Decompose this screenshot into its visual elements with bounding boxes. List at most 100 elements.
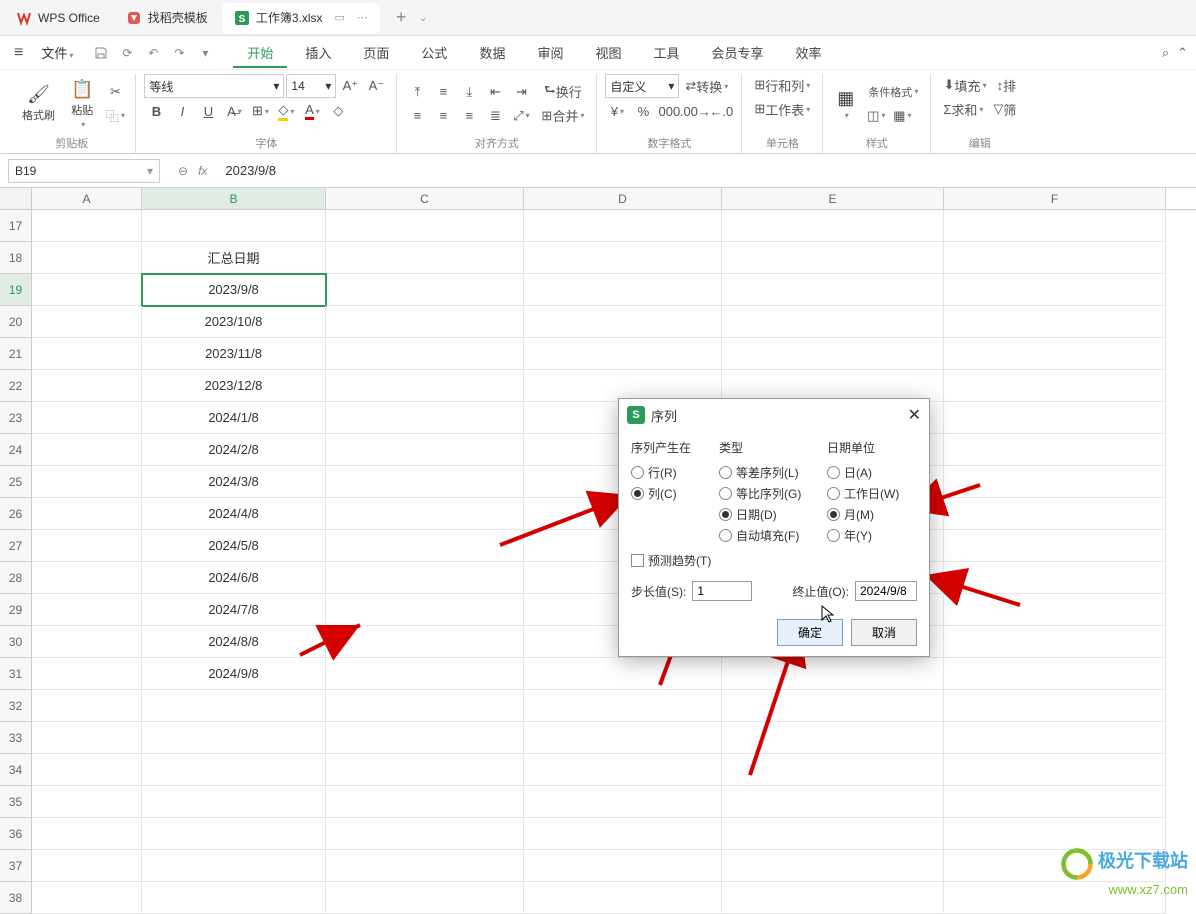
fx-icon[interactable]: fx bbox=[198, 164, 207, 178]
save-icon[interactable] bbox=[91, 43, 111, 63]
radio-month[interactable]: 月(M) bbox=[827, 504, 913, 525]
cell[interactable] bbox=[944, 370, 1166, 402]
cell[interactable] bbox=[524, 658, 722, 690]
cell[interactable] bbox=[142, 786, 326, 818]
indent-increase-icon[interactable]: ⇥ bbox=[509, 81, 533, 103]
cell[interactable] bbox=[944, 210, 1166, 242]
cell[interactable] bbox=[524, 690, 722, 722]
cell[interactable] bbox=[32, 850, 142, 882]
cell[interactable]: 2024/8/8 bbox=[142, 626, 326, 658]
cell[interactable] bbox=[32, 498, 142, 530]
table-style-button[interactable]: ▦ bbox=[831, 86, 860, 122]
font-color-icon[interactable]: A bbox=[300, 100, 324, 122]
radio-row[interactable]: 行(R) bbox=[631, 462, 711, 483]
filter-button[interactable]: ▽ 筛 bbox=[989, 98, 1020, 120]
fill-button[interactable]: ⬇ 填充 bbox=[940, 74, 991, 96]
cell[interactable] bbox=[944, 402, 1166, 434]
orientation-icon[interactable]: ⤢ bbox=[509, 105, 533, 127]
cell[interactable] bbox=[326, 658, 524, 690]
italic-icon[interactable]: I bbox=[170, 100, 194, 122]
row-header[interactable]: 28 bbox=[0, 562, 32, 594]
wrap-text-button[interactable]: ⮑ 换行 bbox=[537, 81, 588, 103]
radio-day[interactable]: 日(A) bbox=[827, 462, 913, 483]
cell[interactable] bbox=[524, 722, 722, 754]
cell[interactable] bbox=[32, 562, 142, 594]
cell[interactable] bbox=[944, 306, 1166, 338]
cell[interactable] bbox=[722, 882, 944, 914]
cell[interactable]: 2024/3/8 bbox=[142, 466, 326, 498]
tab-file[interactable]: S 工作簿3.xlsx ▭ ⋯ bbox=[222, 3, 380, 33]
paste-button[interactable]: 📋粘贴 bbox=[65, 77, 99, 131]
tab-dropdown-icon[interactable]: ⌄ bbox=[418, 11, 427, 24]
tab-insert[interactable]: 插入 bbox=[291, 37, 345, 68]
cell[interactable] bbox=[326, 754, 524, 786]
cell[interactable] bbox=[944, 530, 1166, 562]
indent-decrease-icon[interactable]: ⇤ bbox=[483, 81, 507, 103]
cell[interactable] bbox=[722, 786, 944, 818]
cell[interactable] bbox=[142, 818, 326, 850]
name-box[interactable]: B19▾ bbox=[8, 159, 160, 183]
cancel-button[interactable]: 取消 bbox=[851, 619, 917, 646]
file-menu[interactable]: 文件▾ bbox=[33, 39, 81, 66]
cut-icon[interactable]: ✂ bbox=[103, 81, 127, 103]
cell[interactable] bbox=[32, 882, 142, 914]
tab-efficiency[interactable]: 效率 bbox=[782, 37, 836, 68]
undo-icon[interactable]: ↶ bbox=[143, 43, 163, 63]
row-header[interactable]: 34 bbox=[0, 754, 32, 786]
justify-icon[interactable]: ≣ bbox=[483, 105, 507, 127]
formula-input[interactable]: 2023/9/8 bbox=[217, 163, 1196, 178]
cell[interactable] bbox=[944, 562, 1166, 594]
cell[interactable] bbox=[142, 210, 326, 242]
rowcol-button[interactable]: ⊞ 行和列 bbox=[750, 74, 814, 96]
decrease-font-icon[interactable]: A⁻ bbox=[364, 75, 388, 97]
row-header[interactable]: 22 bbox=[0, 370, 32, 402]
cell[interactable] bbox=[326, 818, 524, 850]
row-header[interactable]: 21 bbox=[0, 338, 32, 370]
cancel-formula-icon[interactable]: ⊖ bbox=[178, 164, 188, 178]
row-header[interactable]: 36 bbox=[0, 818, 32, 850]
cell[interactable]: 2024/1/8 bbox=[142, 402, 326, 434]
tab-view[interactable]: 视图 bbox=[581, 37, 635, 68]
search-icon[interactable]: ⌕ bbox=[1162, 45, 1169, 61]
cell[interactable] bbox=[326, 498, 524, 530]
cell[interactable] bbox=[142, 754, 326, 786]
tab-formula[interactable]: 公式 bbox=[407, 37, 461, 68]
tab-template[interactable]: 找稻壳模板 bbox=[114, 3, 220, 33]
cell[interactable] bbox=[944, 594, 1166, 626]
cell[interactable] bbox=[524, 850, 722, 882]
cell[interactable] bbox=[32, 210, 142, 242]
cell[interactable] bbox=[944, 722, 1166, 754]
ok-button[interactable]: 确定 bbox=[777, 619, 843, 646]
add-tab-button[interactable]: + bbox=[390, 7, 413, 28]
cell[interactable] bbox=[722, 274, 944, 306]
tab-menu-icon[interactable]: ⋯ bbox=[357, 11, 368, 24]
cell[interactable]: 2024/6/8 bbox=[142, 562, 326, 594]
cell[interactable] bbox=[722, 850, 944, 882]
radio-growth[interactable]: 等比序列(G) bbox=[719, 483, 819, 504]
format-icon[interactable]: ▦ bbox=[890, 105, 914, 127]
tab-data[interactable]: 数据 bbox=[465, 37, 519, 68]
cell[interactable] bbox=[32, 690, 142, 722]
cell[interactable]: 汇总日期 bbox=[142, 242, 326, 274]
radio-date[interactable]: 日期(D) bbox=[719, 504, 819, 525]
cell[interactable] bbox=[524, 818, 722, 850]
cell-style-icon[interactable]: ◫ bbox=[864, 105, 888, 127]
strikethrough-icon[interactable]: A̶ bbox=[222, 100, 246, 122]
cell[interactable] bbox=[326, 370, 524, 402]
cell[interactable] bbox=[326, 530, 524, 562]
cell[interactable] bbox=[32, 434, 142, 466]
cell[interactable] bbox=[944, 242, 1166, 274]
row-header[interactable]: 29 bbox=[0, 594, 32, 626]
dialog-titlebar[interactable]: S 序列 ✕ bbox=[619, 399, 929, 431]
cell[interactable] bbox=[32, 242, 142, 274]
cell[interactable] bbox=[944, 786, 1166, 818]
cell[interactable] bbox=[944, 754, 1166, 786]
col-header-C[interactable]: C bbox=[326, 188, 524, 209]
increase-font-icon[interactable]: A⁺ bbox=[338, 75, 362, 97]
tab-home[interactable]: 开始 bbox=[233, 37, 287, 68]
cell[interactable] bbox=[32, 338, 142, 370]
cell[interactable] bbox=[722, 754, 944, 786]
comma-icon[interactable]: 000 bbox=[657, 100, 681, 122]
redo-icon[interactable]: ↷ bbox=[169, 43, 189, 63]
align-bottom-icon[interactable]: ⤓ bbox=[457, 81, 481, 103]
